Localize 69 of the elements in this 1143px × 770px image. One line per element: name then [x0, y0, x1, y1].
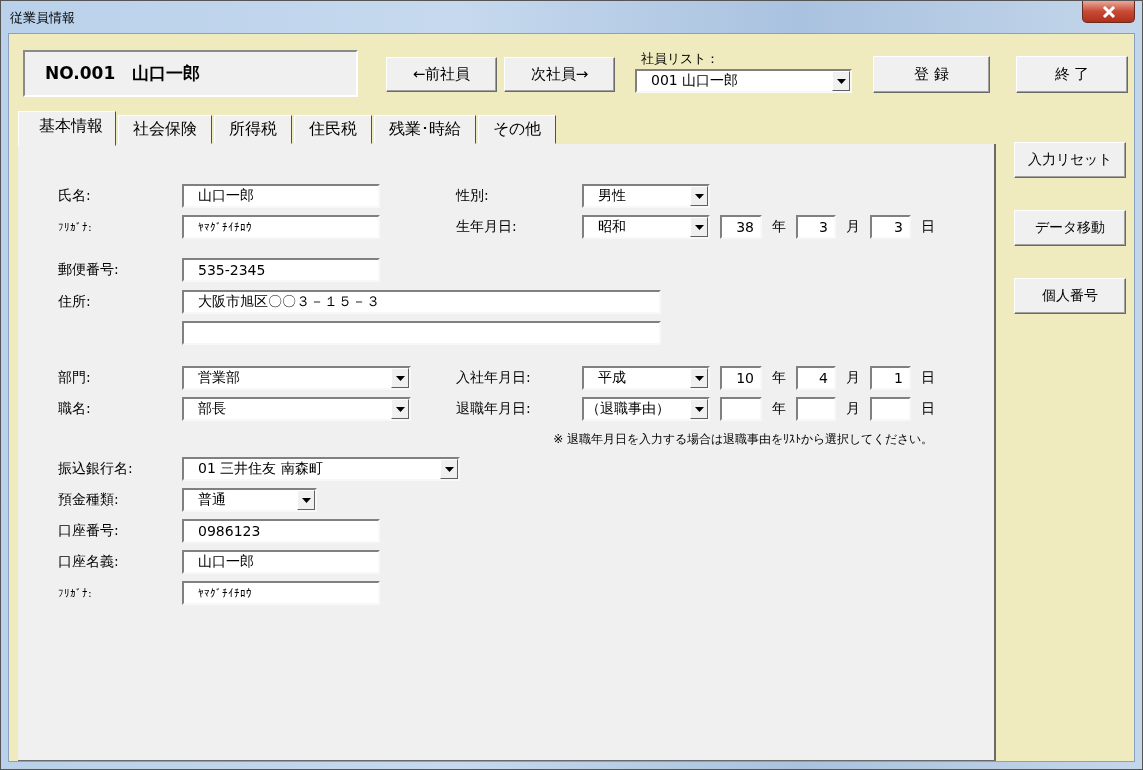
input-field[interactable]	[182, 321, 661, 345]
dropdown[interactable]: 男性	[582, 184, 710, 208]
year-field[interactable]: 38	[720, 215, 762, 239]
unit-label: 年	[771, 369, 787, 387]
note-text: ※ 退職年月日を入力する場合は退職事由をﾘｽﾄから選択してください。	[553, 431, 933, 447]
month-field[interactable]: 3	[796, 215, 836, 239]
dropdown[interactable]: 営業部	[182, 366, 411, 390]
field-label: 口座番号:	[58, 522, 120, 540]
employee-list-label: 社員リスト：	[640, 50, 720, 68]
field-label: 口座名義:	[58, 553, 120, 571]
employee-header: NO.001 山口一郎	[23, 50, 358, 97]
input-field[interactable]: 大阪市旭区〇〇３－１５－３	[182, 290, 661, 314]
side-button[interactable]: データ移動	[1014, 210, 1126, 246]
input-field[interactable]: 0986123	[182, 519, 380, 543]
field-label: 預金種類:	[58, 491, 120, 509]
employee-list-dropdown[interactable]: 001 山口一郎	[635, 69, 852, 93]
previous-employee-button[interactable]: ←前社員	[386, 57, 497, 92]
dropdown[interactable]: 01 三井住友 南森町	[182, 457, 460, 481]
tab[interactable]: 残業･時給	[374, 115, 476, 144]
field-label: 性別:	[456, 187, 490, 205]
unit-label: 月	[845, 400, 861, 418]
close-icon	[1101, 5, 1116, 18]
tab[interactable]: その他	[478, 115, 556, 144]
exit-button[interactable]: 終 了	[1016, 56, 1128, 93]
year-field[interactable]: 10	[720, 366, 762, 390]
field-label: 郵便番号:	[58, 261, 120, 279]
unit-label: 月	[845, 218, 861, 236]
field-label: 部門:	[58, 369, 92, 387]
field-label: 氏名:	[58, 187, 92, 205]
field-label: 退職年月日:	[456, 400, 532, 418]
input-field[interactable]: ﾔﾏｸﾞﾁｲﾁﾛｳ	[182, 215, 380, 239]
month-field[interactable]	[796, 397, 836, 421]
field-label: 住所:	[58, 293, 92, 311]
input-field[interactable]: 山口一郎	[182, 184, 380, 208]
unit-label: 日	[920, 218, 936, 236]
close-button[interactable]	[1082, 1, 1135, 23]
input-field[interactable]: 535-2345	[182, 258, 380, 282]
tab[interactable]: 社会保険	[118, 115, 212, 144]
window-title: 従業員情報	[10, 9, 75, 27]
month-field[interactable]: 4	[796, 366, 836, 390]
day-field[interactable]: 3	[870, 215, 911, 239]
field-label: 職名:	[58, 400, 92, 418]
register-button[interactable]: 登 録	[873, 56, 990, 93]
unit-label: 年	[771, 400, 787, 418]
year-field[interactable]	[720, 397, 762, 421]
day-field[interactable]	[870, 397, 911, 421]
field-label: ﾌﾘｶﾞﾅ:	[58, 220, 93, 234]
field-label: ﾌﾘｶﾞﾅ:	[58, 586, 93, 600]
tab[interactable]: 所得税	[214, 115, 292, 144]
side-button[interactable]: 入力リセット	[1014, 142, 1126, 178]
field-label: 入社年月日:	[456, 369, 532, 387]
unit-label: 日	[920, 400, 936, 418]
tab[interactable]: 住民税	[294, 115, 372, 144]
unit-label: 年	[771, 218, 787, 236]
dropdown[interactable]: （退職事由）	[582, 397, 710, 421]
side-button[interactable]: 個人番号	[1014, 278, 1126, 314]
field-label: 生年月日:	[456, 218, 518, 236]
day-field[interactable]: 1	[870, 366, 911, 390]
field-label: 振込銀行名:	[58, 460, 134, 478]
input-field[interactable]: 山口一郎	[182, 550, 380, 574]
next-employee-button[interactable]: 次社員→	[504, 57, 615, 92]
dropdown[interactable]: 昭和	[582, 215, 710, 239]
tab[interactable]: 基本情報	[18, 111, 116, 146]
unit-label: 日	[920, 369, 936, 387]
unit-label: 月	[845, 369, 861, 387]
dropdown[interactable]: 部長	[182, 397, 411, 421]
input-field[interactable]: ﾔﾏｸﾞﾁｲﾁﾛｳ	[182, 581, 380, 605]
dropdown[interactable]: 平成	[582, 366, 710, 390]
dropdown[interactable]: 普通	[182, 488, 317, 512]
